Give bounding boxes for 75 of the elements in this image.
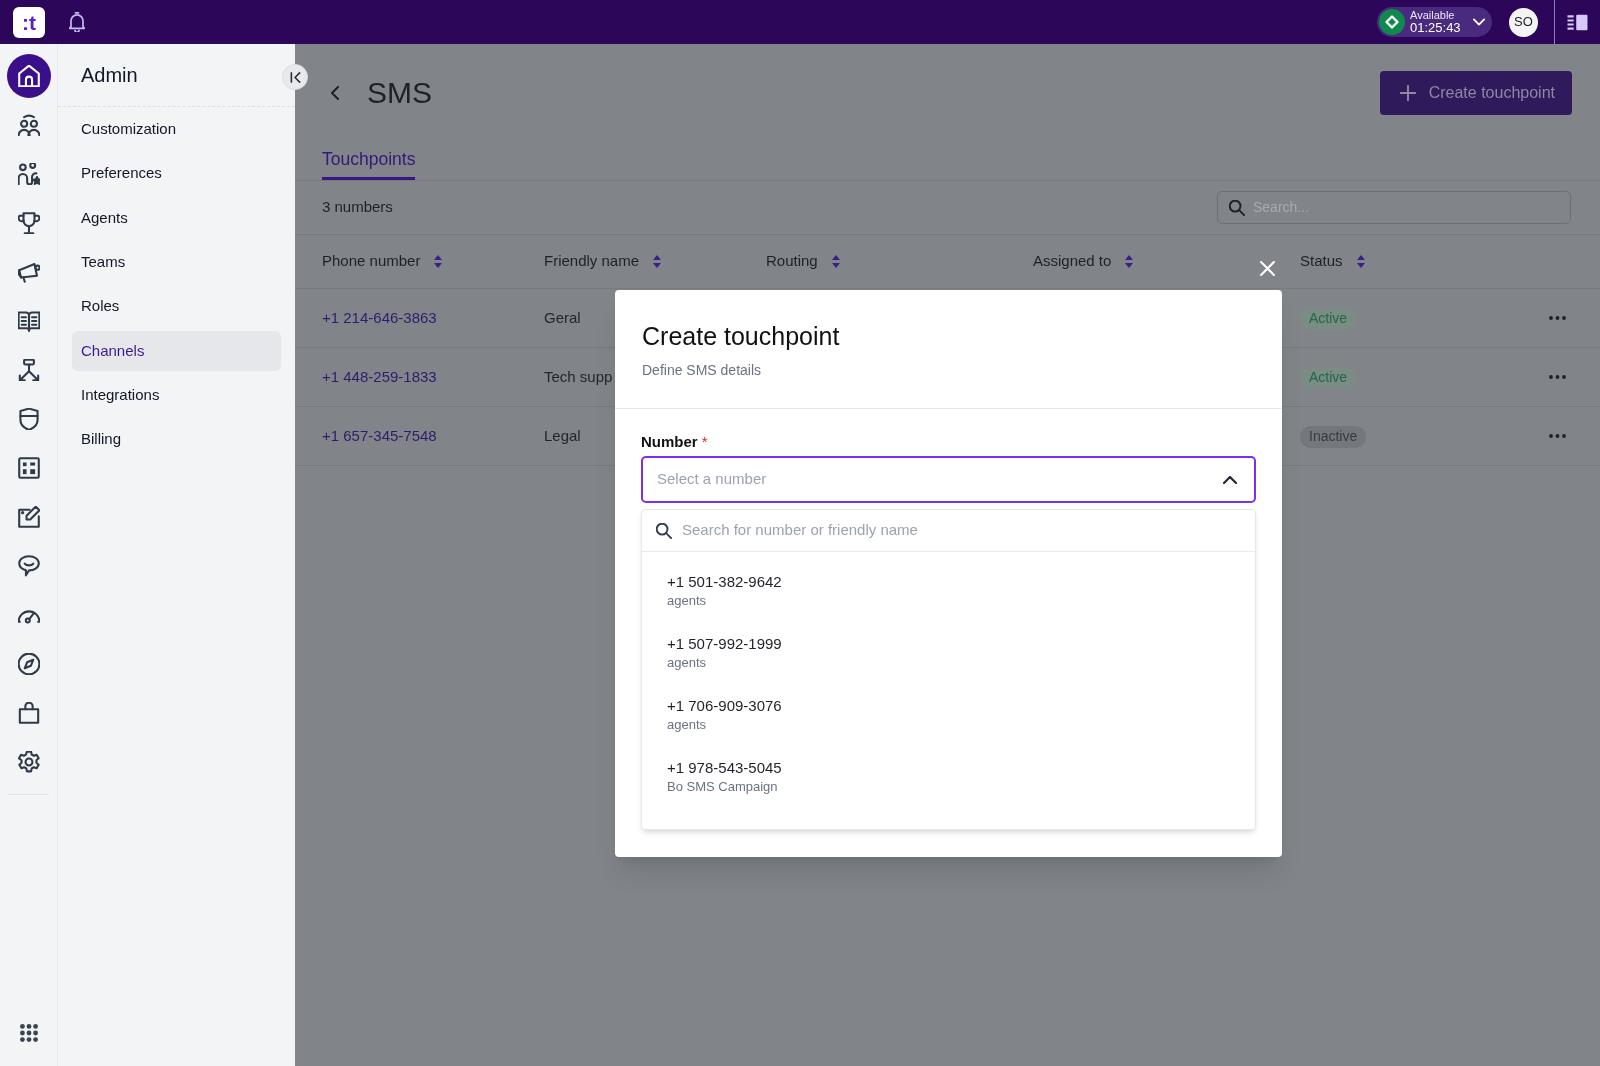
- sidebar-item[interactable]: Preferences: [72, 153, 281, 194]
- sidebar-item[interactable]: Roles: [72, 286, 281, 327]
- availability-icon: [1379, 9, 1405, 35]
- flow-diagram-icon[interactable]: [17, 359, 40, 381]
- chat-bubble-icon[interactable]: [17, 555, 40, 577]
- sidebar-item[interactable]: Billing: [72, 419, 281, 460]
- sort-icon: [831, 255, 840, 268]
- page-title: SMS: [367, 78, 432, 108]
- phone-number-link[interactable]: +1 448-259-1833: [322, 368, 437, 385]
- friendly-name: Legal: [544, 427, 581, 444]
- phone-number-link[interactable]: +1 657-345-7548: [322, 427, 437, 444]
- dialog-subtitle: Define SMS details: [642, 361, 762, 380]
- column-header[interactable]: Assigned to: [1033, 250, 1134, 273]
- more-options-icon[interactable]: [1548, 375, 1566, 379]
- friendly-name: Geral: [544, 309, 581, 326]
- open-book-icon[interactable]: [17, 310, 40, 332]
- compass-icon[interactable]: [17, 653, 40, 675]
- search-icon: [1229, 199, 1245, 216]
- back-icon[interactable]: [330, 86, 340, 100]
- plus-icon: [1399, 85, 1416, 101]
- more-options-icon[interactable]: [1548, 316, 1566, 320]
- trophy-icon[interactable]: [17, 212, 40, 234]
- required-mark: *: [701, 431, 708, 452]
- friendly-name: Tech supp: [544, 368, 613, 385]
- number-option[interactable]: +1 978-543-5045 Bo SMS Campaign: [642, 738, 1255, 800]
- megaphone-icon[interactable]: [17, 261, 40, 283]
- sort-icon: [1356, 255, 1365, 268]
- home-icon[interactable]: [6, 54, 51, 98]
- close-icon[interactable]: [1260, 261, 1275, 276]
- dashboard-icon[interactable]: [17, 457, 40, 479]
- number-option[interactable]: +1 706-909-3076 agents: [642, 676, 1255, 738]
- field-label: Number: [641, 431, 698, 452]
- result-count: 3 numbers: [322, 197, 393, 218]
- people-icon[interactable]: [17, 114, 40, 136]
- number-option[interactable]: +1 501-382-9642 agents: [642, 552, 1255, 614]
- chevron-up-icon: [1223, 475, 1237, 484]
- status-timer: 01:25:43: [1410, 21, 1461, 35]
- sidebar-item[interactable]: Teams: [72, 242, 281, 283]
- column-header[interactable]: Status: [1300, 250, 1365, 273]
- sort-icon: [653, 255, 662, 268]
- settings-icon[interactable]: [17, 751, 40, 773]
- phone-number-link[interactable]: +1 214-646-3863: [322, 309, 437, 326]
- user-avatar[interactable]: SO: [1509, 7, 1538, 37]
- collapse-icon: [289, 71, 301, 83]
- column-header[interactable]: Friendly name: [544, 250, 662, 273]
- column-header[interactable]: Routing: [766, 250, 840, 273]
- more-options-icon[interactable]: [1548, 434, 1566, 438]
- status-badge: Inactive: [1300, 425, 1367, 448]
- number-option[interactable]: +1 507-992-1999 agents: [642, 614, 1255, 676]
- sort-icon: [1125, 255, 1134, 268]
- collapse-sidebar-button[interactable]: [282, 64, 308, 90]
- column-header[interactable]: Phone number: [322, 250, 443, 273]
- sidebar-item[interactable]: Integrations: [72, 375, 281, 416]
- shield-icon[interactable]: [17, 408, 40, 430]
- panel-toggle-icon[interactable]: [1567, 13, 1588, 31]
- sidebar-item[interactable]: Customization: [72, 109, 281, 149]
- bag-icon[interactable]: [17, 702, 40, 724]
- sidebar-item[interactable]: Channels: [72, 330, 281, 371]
- people-star-icon[interactable]: [17, 163, 40, 185]
- status-badge: Active: [1300, 307, 1357, 330]
- search-icon: [656, 522, 672, 539]
- chevron-down-icon: [1473, 18, 1485, 26]
- sidebar-item[interactable]: Agents: [72, 197, 281, 238]
- status-label: Available: [1410, 9, 1455, 21]
- availability-status-button[interactable]: Available 01:25:43: [1377, 7, 1492, 37]
- tab[interactable]: Touchpoints: [322, 147, 416, 180]
- sidebar-title: Admin: [81, 63, 138, 88]
- edit-note-icon[interactable]: [17, 506, 40, 528]
- sort-icon: [434, 255, 443, 268]
- status-badge: Active: [1300, 366, 1357, 389]
- create-touchpoint-button[interactable]: Create touchpoint: [1379, 71, 1572, 115]
- notification-bell-icon[interactable]: [69, 12, 85, 32]
- app-logo[interactable]: :t: [13, 6, 45, 38]
- dialog-title: Create touchpoint: [642, 321, 840, 352]
- apps-grid-icon[interactable]: [19, 1024, 38, 1042]
